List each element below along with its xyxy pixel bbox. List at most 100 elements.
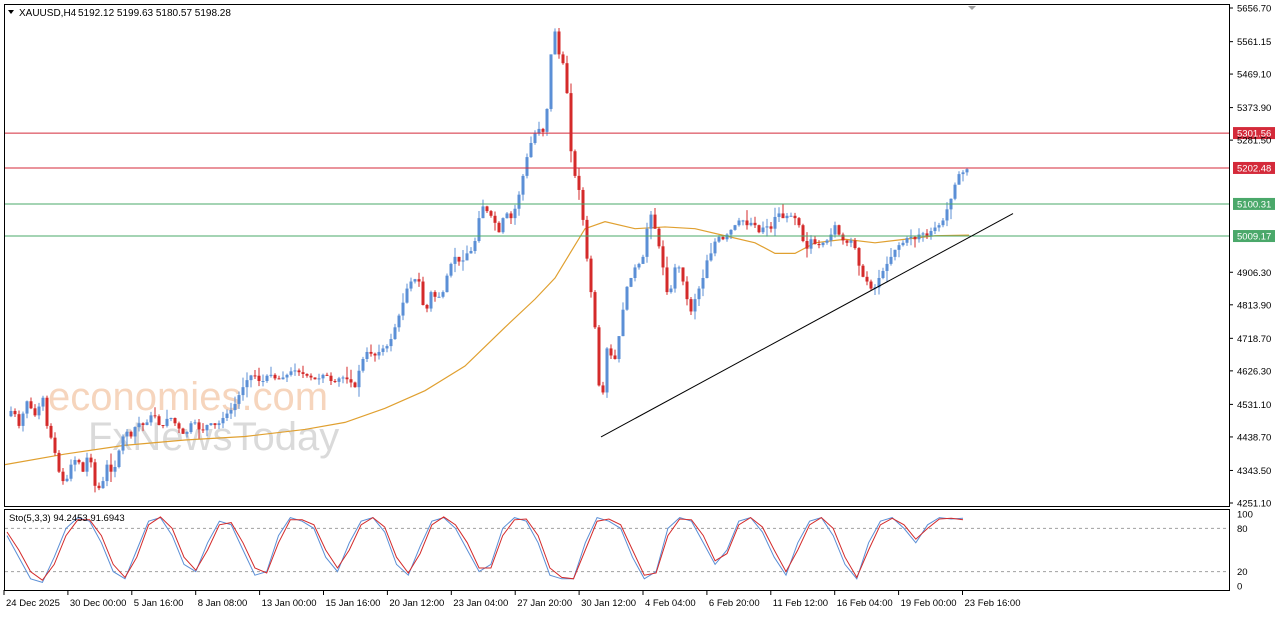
candle-bull: [245, 380, 249, 388]
candle-bull: [285, 374, 289, 378]
candle-bear: [173, 417, 177, 424]
price-axis: 5656.70 5561.15 5469.10 5373.90 5281.50 4906.…: [1229, 4, 1271, 510]
candle-bull: [381, 348, 385, 352]
price-tick-label: 5281.50: [1237, 136, 1271, 147]
time-tick-label: 6 Feb 20:00: [709, 598, 760, 609]
candle-bull: [361, 359, 365, 371]
candle-bull: [137, 423, 141, 428]
candle-bull: [825, 240, 829, 243]
chart-window[interactable]: XAUUSD,H4 5192.12 5199.63 5180.57 5198.2…: [0, 0, 1280, 616]
candle-bull: [377, 351, 381, 356]
candle-bear: [353, 382, 357, 388]
candle-bear: [653, 214, 657, 229]
candle-bull: [105, 464, 109, 482]
candle-bull: [449, 263, 453, 276]
candle-bear: [329, 375, 333, 382]
candle-bull: [765, 226, 769, 228]
candle-bear: [81, 462, 85, 472]
candle-bull: [281, 377, 285, 380]
stochastic-tick-label: 0: [1237, 582, 1242, 593]
candle-bull: [697, 288, 701, 300]
candle-bull: [37, 406, 41, 416]
candle-bear: [433, 292, 437, 297]
candle-bull: [169, 417, 173, 419]
candle-bear: [77, 459, 81, 463]
candle-bull: [953, 184, 957, 199]
candle-bear: [53, 437, 57, 453]
candle-bull: [25, 401, 29, 414]
candle-bull: [193, 422, 197, 424]
candle-bull: [85, 457, 89, 472]
ohlc-readout: 5192.12 5199.63 5180.57 5198.28: [78, 8, 231, 19]
stochastic-tick-label: 100: [1237, 510, 1253, 521]
candle-bear: [913, 236, 917, 240]
price-tick-label: 4813.90: [1237, 300, 1271, 311]
candle-bull: [21, 413, 25, 426]
candle-bull: [413, 279, 417, 282]
candle-bear: [273, 374, 277, 379]
candle-bear: [93, 462, 97, 486]
candle-bear: [657, 228, 661, 247]
candle-bull: [337, 378, 341, 382]
candle-bull: [701, 278, 705, 289]
candle-bull: [481, 206, 485, 219]
candle-bear: [853, 240, 857, 249]
candle-bull: [633, 267, 637, 279]
candle-bear: [509, 213, 513, 219]
candle-bull: [65, 478, 69, 482]
time-tick-label: 15 Jan 16:00: [326, 598, 381, 609]
candle-bull: [41, 397, 45, 407]
candle-bull: [705, 260, 709, 279]
time-tick-label: 30 Jan 12:00: [581, 598, 636, 609]
candle-bull: [441, 292, 445, 297]
candle-bear: [489, 211, 493, 216]
candle-bull: [293, 370, 297, 372]
candle-bull: [937, 225, 941, 228]
candle-bear: [817, 243, 821, 246]
candle-bear: [181, 428, 185, 434]
candle-bear: [721, 236, 725, 240]
candle-bull: [677, 267, 681, 269]
candle-bear: [57, 452, 61, 472]
time-tick-label: 23 Jan 04:00: [453, 598, 508, 609]
candle-bear: [565, 63, 569, 94]
candle-bull: [821, 242, 825, 246]
indicator-frame: [4, 509, 1230, 591]
candle-bear: [29, 401, 33, 409]
candle-bull: [673, 267, 677, 289]
candle-bear: [661, 246, 665, 268]
candle-bull: [889, 256, 893, 264]
time-tick-label: 30 Dec 00:00: [70, 598, 127, 609]
candle-bear: [13, 410, 17, 415]
candle-bull: [465, 253, 469, 261]
stochastic-title: Sto(5,3,3) 94.2453 91.6943: [9, 513, 125, 524]
candle-bear: [213, 423, 217, 426]
candle-bear: [417, 279, 421, 282]
candle-bull: [121, 436, 125, 451]
candle-bull: [893, 249, 897, 257]
candle-bear: [97, 485, 101, 489]
candle-bull: [621, 309, 625, 337]
price-tick-label: 4531.10: [1237, 400, 1271, 411]
candle-bull: [921, 233, 925, 235]
candle-bear: [485, 206, 489, 212]
price-tick-label: 5561.15: [1237, 37, 1271, 48]
candle-bear: [141, 423, 145, 426]
candle-bull: [513, 208, 517, 219]
candle-bear: [49, 425, 53, 438]
candle-bear: [857, 248, 861, 266]
candle-bear: [277, 378, 281, 380]
candle-bull: [785, 215, 789, 219]
chart-canvas[interactable]: XAUUSD,H4 5192.12 5199.63 5180.57 5198.2…: [0, 0, 1280, 616]
candle-bull: [725, 234, 729, 240]
candle-bull: [393, 327, 397, 340]
candle-bear: [253, 375, 257, 377]
candle-bull: [545, 108, 549, 132]
candle-bull: [637, 263, 641, 268]
candle-bull: [897, 245, 901, 250]
candle-bear: [421, 281, 425, 306]
time-tick-label: 23 Feb 16:00: [965, 598, 1021, 609]
candle-bull: [501, 218, 505, 233]
candle-bear: [689, 299, 693, 312]
candle-bear: [577, 175, 581, 190]
